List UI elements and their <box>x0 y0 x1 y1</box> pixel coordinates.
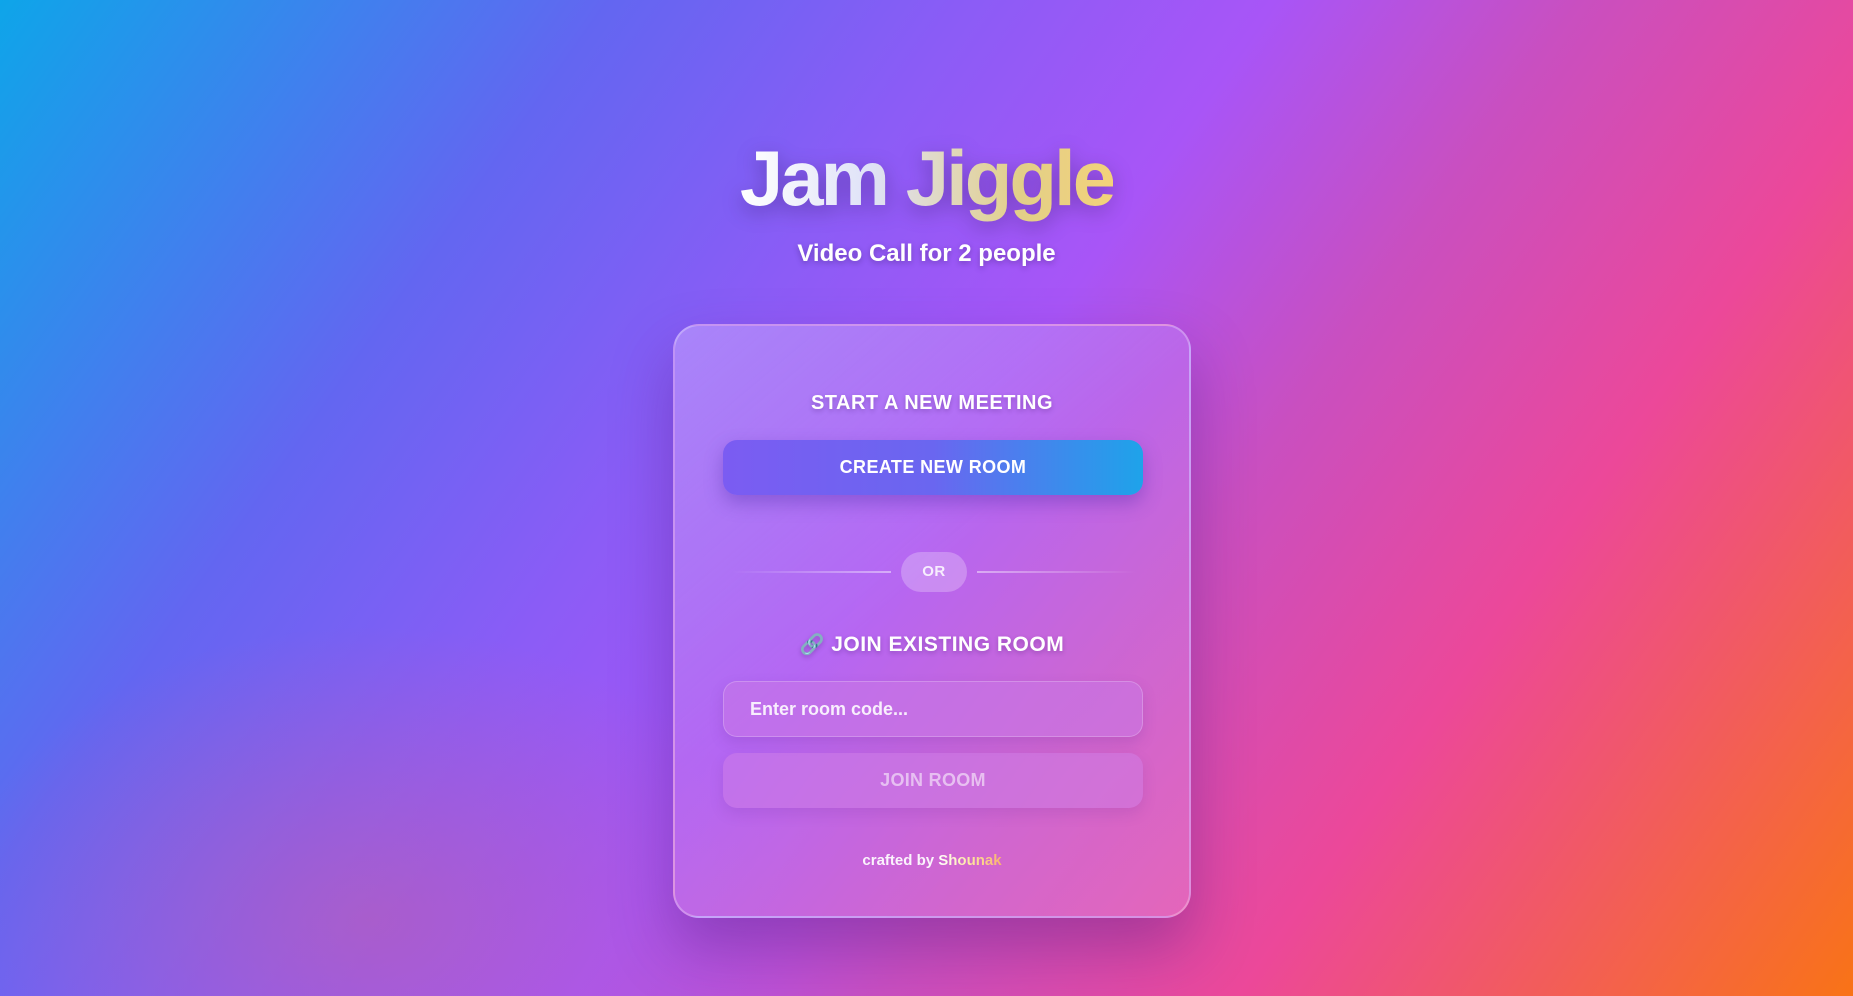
link-icon: 🔗 <box>799 634 826 656</box>
divider-line-left <box>731 571 891 573</box>
footer-prefix: crafted by <box>862 852 939 869</box>
create-new-room-button[interactable]: CREATE NEW ROOM <box>723 440 1143 495</box>
app-subtitle: Video Call for 2 people <box>797 240 1056 267</box>
start-meeting-heading: START A NEW MEETING <box>810 392 1054 414</box>
footer-credit: crafted by Shounak <box>675 852 1189 869</box>
author-name: Shounak <box>938 852 1002 869</box>
join-room-heading-label: JOIN EXISTING ROOM <box>831 633 1065 656</box>
room-code-input[interactable] <box>723 681 1143 737</box>
join-room-button[interactable]: JOIN ROOM <box>723 753 1143 808</box>
app-title: Jam Jiggle <box>740 130 1116 226</box>
hero: Jam Jiggle Video Call for 2 people <box>0 130 1853 268</box>
join-room-heading: 🔗 JOIN EXISTING ROOM <box>675 632 1189 657</box>
or-divider-badge: OR <box>901 552 967 592</box>
meeting-card: START A NEW MEETING CREATE NEW ROOM OR 🔗… <box>673 324 1191 918</box>
divider-line-right <box>977 571 1137 573</box>
